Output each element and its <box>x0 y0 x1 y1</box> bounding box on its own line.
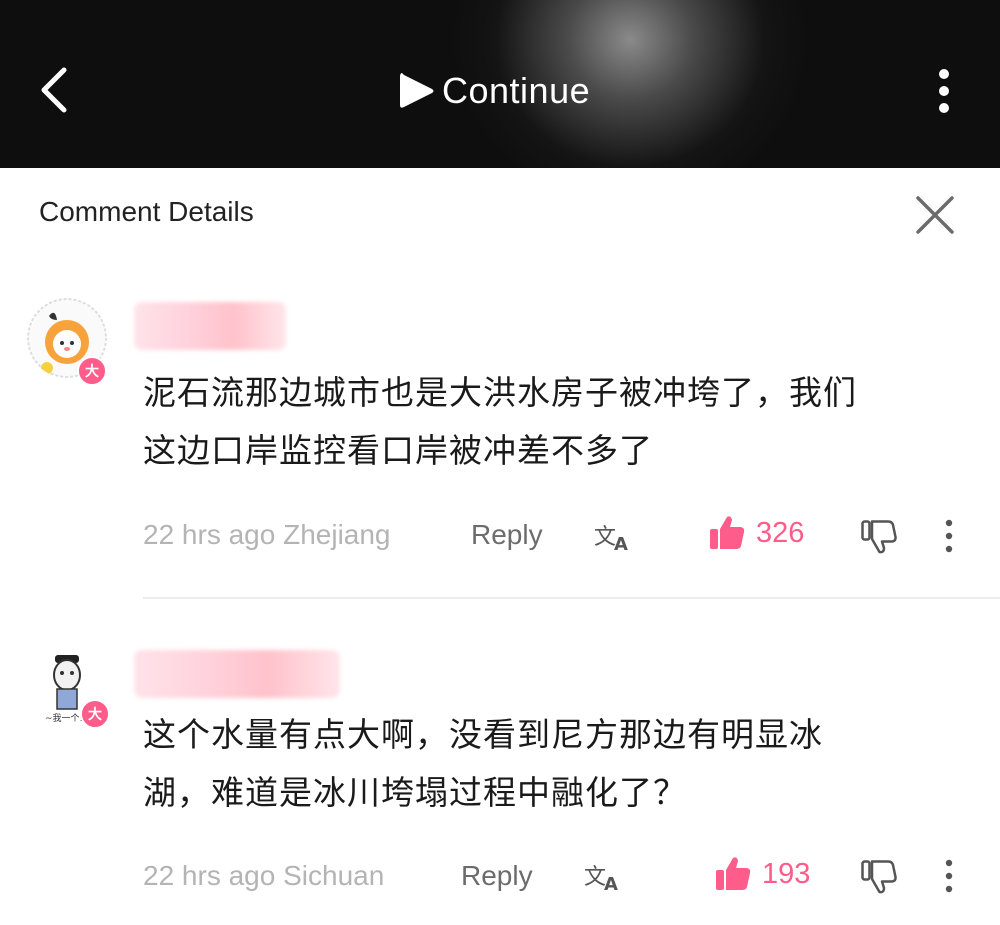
translate-button[interactable]: 文 A <box>594 518 634 555</box>
comment-meta: 22 hrs ago Zhejiang <box>143 519 391 550</box>
like-count: 193 <box>762 857 811 890</box>
translate-button[interactable]: 文 A <box>584 858 624 895</box>
comment-text: 泥石流那边城市也是大洪水房子被冲垮了，我们 这边口岸监控看口岸被冲差不多了 <box>143 364 953 480</box>
vertical-dots-icon <box>945 859 953 893</box>
reply-button[interactable]: Reply <box>461 860 533 892</box>
svg-text:文: 文 <box>594 525 616 550</box>
thumbs-down-icon <box>861 520 897 554</box>
comment-line: 这个水量有点大啊，没看到尼方那边有明显冰 <box>143 715 823 754</box>
comment-line: 泥石流那边城市也是大洪水房子被冲垮了，我们 <box>143 373 857 412</box>
continue-button[interactable]: Continue <box>396 66 590 116</box>
comment-line: 湖，难道是冰川垮塌过程中融化了？ <box>143 773 687 812</box>
comment-meta: 22 hrs ago Sichuan <box>143 860 385 891</box>
svg-text:A: A <box>604 874 618 894</box>
back-button[interactable] <box>28 60 84 120</box>
more-options-button[interactable] <box>928 64 960 120</box>
thumbs-up-icon <box>710 516 745 549</box>
continue-label: Continue <box>442 70 591 111</box>
level-badge: 大 <box>77 356 107 386</box>
vertical-dots-icon <box>939 69 949 113</box>
translate-icon: 文 A <box>594 525 628 555</box>
svg-text:文: 文 <box>584 865 606 890</box>
vertical-dots-icon <box>945 519 953 553</box>
divider <box>143 597 1000 599</box>
dislike-button[interactable] <box>860 858 898 896</box>
chevron-left-icon <box>41 67 67 113</box>
comment-text: 这个水量有点大啊，没看到尼方那边有明显冰 湖，难道是冰川垮塌过程中融化了？ <box>143 706 953 822</box>
svg-text:A: A <box>614 534 628 554</box>
close-icon <box>916 196 954 234</box>
translate-icon: 文 A <box>584 865 618 895</box>
comment-more-button[interactable] <box>942 858 956 894</box>
video-top-bar: Continue <box>0 0 1000 168</box>
close-button[interactable] <box>910 190 960 240</box>
like-button[interactable]: 193 <box>714 855 810 893</box>
reply-button[interactable]: Reply <box>471 519 543 551</box>
thumbs-up-icon <box>716 857 751 890</box>
thumbs-down-icon <box>861 860 897 894</box>
panel-title: Comment Details <box>39 196 254 227</box>
play-icon <box>400 73 434 108</box>
username-blurred[interactable] <box>134 302 286 350</box>
comment-line: 这边口岸监控看口岸被冲差不多了 <box>143 431 653 470</box>
dislike-button[interactable] <box>860 518 898 556</box>
comment-more-button[interactable] <box>942 518 956 554</box>
username-blurred[interactable] <box>134 650 340 698</box>
like-count: 326 <box>756 516 805 549</box>
level-badge: 大 <box>80 699 110 729</box>
like-button[interactable]: 326 <box>708 514 804 552</box>
